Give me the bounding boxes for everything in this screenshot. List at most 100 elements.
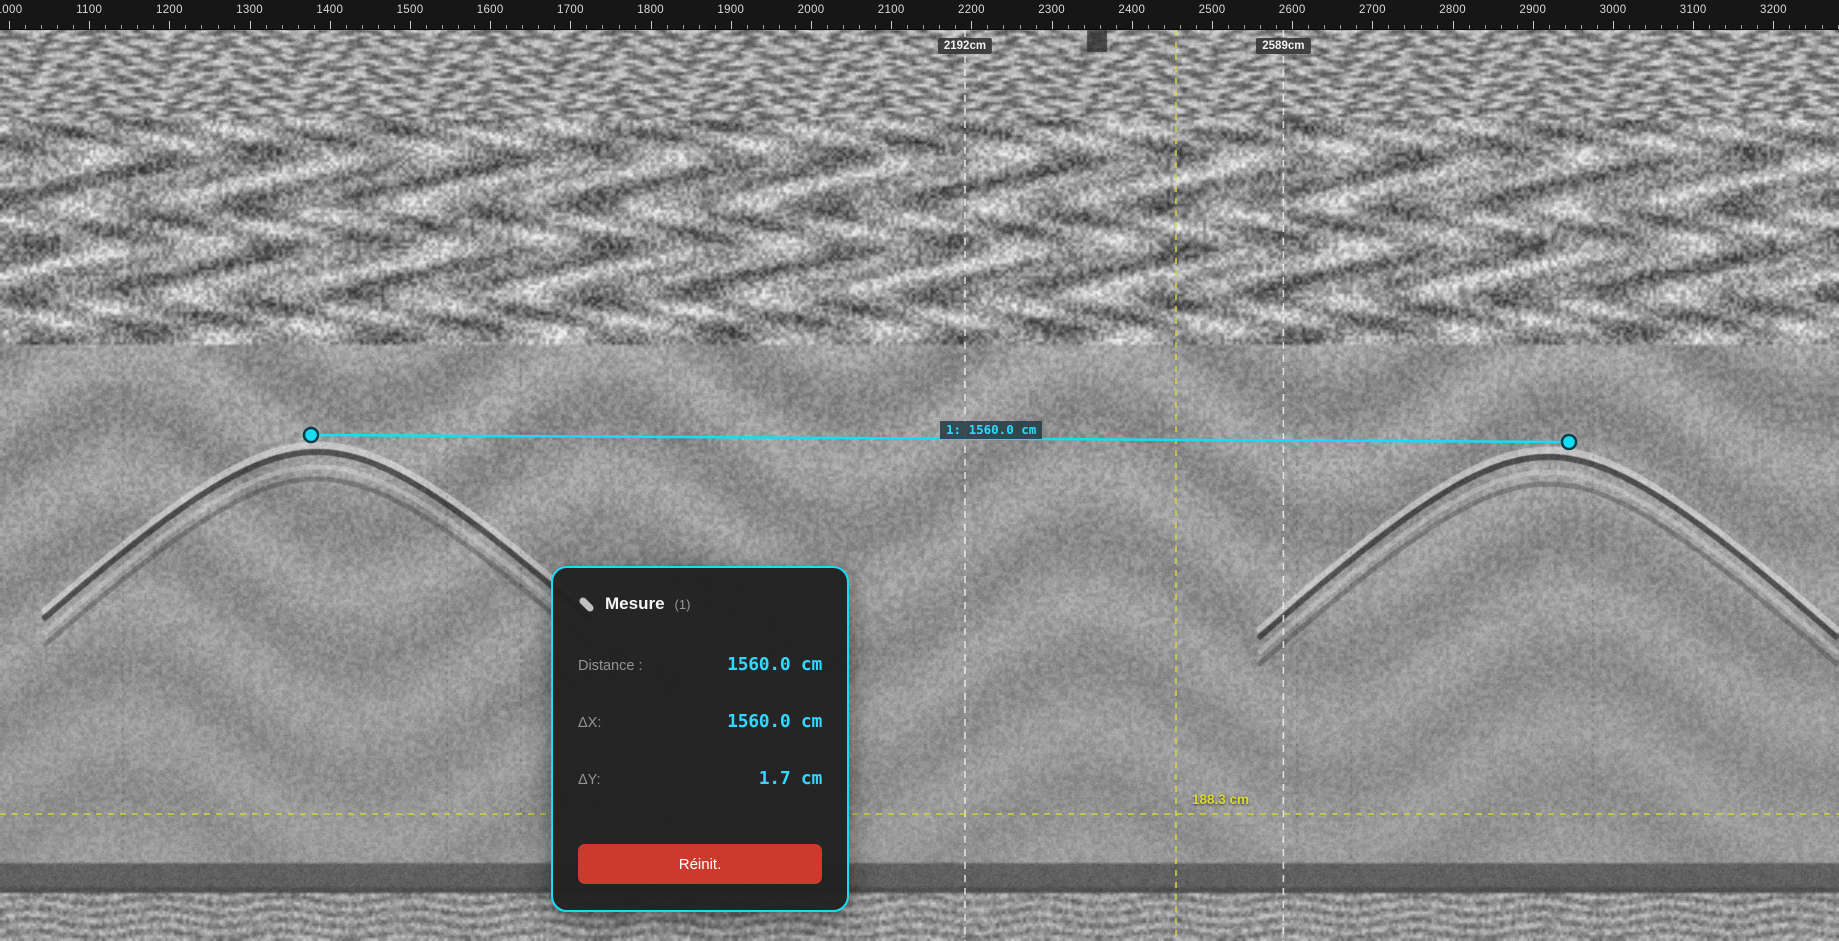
ruler-tick [266,25,267,29]
panel-count: (1) [675,597,691,612]
ruler-label: 1600 [477,4,504,16]
ruler-tick [1052,21,1053,29]
pencil-icon [578,596,595,613]
ruler-tick [1148,25,1149,29]
ruler-tick [506,25,507,29]
delta-x-label: ΔX: [578,715,601,731]
ruler-tick [1421,25,1422,29]
crosshair-distance-label: 188.3 cm [1192,792,1249,807]
delta-x-value: 1560.0 cm [727,711,822,732]
ruler-tick [1244,25,1245,29]
ruler-tick [522,25,523,29]
delta-y-label: ΔY: [578,772,601,788]
ruler-tick [137,25,138,29]
measurement-endpoint[interactable] [304,428,318,442]
ruler-label: 2400 [1118,4,1145,16]
marker-label[interactable]: 2589cm [1256,38,1310,54]
ruler-tick [185,25,186,29]
ruler-tick [891,21,892,29]
ruler-tick [1437,25,1438,29]
ruler-tick [153,25,154,29]
ruler-tick [1453,21,1454,29]
ruler-label: 3100 [1680,4,1707,16]
ruler-tick [1613,21,1614,29]
ruler-tick [314,25,315,29]
ruler[interactable]: 1000110012001300140015001600170018001900… [0,0,1839,30]
ruler-tick [1340,25,1341,29]
gpr-radargram-viewer: 1000110012001300140015001600170018001900… [0,0,1839,941]
ruler-tick [779,25,780,29]
ruler-tick [1324,25,1325,29]
ruler-label: 2800 [1439,4,1466,16]
ruler-tick [747,25,748,29]
ruler-tick [763,25,764,29]
ruler-tick [843,25,844,29]
ruler-tick [538,25,539,29]
ruler-tick [1388,25,1389,29]
ruler-tick [201,25,202,29]
overlay-lines [0,0,1839,941]
ruler-tick [1180,25,1181,29]
ruler-tick [89,21,90,29]
ruler-tick [795,25,796,29]
ruler-tick [1805,25,1806,29]
ruler-tick [827,25,828,29]
ruler-tick [683,25,684,29]
ruler-tick [1068,25,1069,29]
ruler-tick [1276,25,1277,29]
ruler-tick [121,25,122,29]
ruler-tick [1469,25,1470,29]
ruler-label: 1700 [557,4,584,16]
ruler-tick [875,25,876,29]
ruler-tick [731,21,732,29]
ruler-tick [105,25,106,29]
ruler-tick [554,25,555,29]
ruler-tick [635,25,636,29]
ruler-tick [1036,25,1037,29]
ruler-tick [250,21,251,29]
reset-button[interactable]: Réinit. [578,844,822,884]
distance-label: Distance : [578,658,642,674]
ruler-label: 2500 [1199,4,1226,16]
ruler-tick [1838,25,1839,29]
ruler-tick [218,25,219,29]
ruler-tick [458,25,459,29]
ruler-tick [1757,25,1758,29]
ruler-tick [1581,25,1582,29]
delta-x-row: ΔX: 1560.0 cm [578,711,822,732]
delta-y-row: ΔY: 1.7 cm [578,768,822,789]
measure-panel: Mesure (1) Distance : 1560.0 cm ΔX: 1560… [551,566,849,912]
ruler-tick [1693,21,1694,29]
panel-title: Mesure [605,594,665,614]
ruler-tick [1003,25,1004,29]
ruler-tick [1308,25,1309,29]
ruler-label: 2600 [1279,4,1306,16]
ruler-tick [907,25,908,29]
ruler-label: 2300 [1038,4,1065,16]
ruler-tick [1661,25,1662,29]
distance-value: 1560.0 cm [727,654,822,675]
ruler-tick [346,25,347,29]
ruler-label: 1200 [156,4,183,16]
ruler-label: 2200 [958,4,985,16]
ruler-label: 2700 [1359,4,1386,16]
measurement-endpoint[interactable] [1562,435,1576,449]
ruler-tick [1549,25,1550,29]
ruler-label: 1800 [637,4,664,16]
distance-row: Distance : 1560.0 cm [578,654,822,675]
ruler-tick [410,21,411,29]
ruler-label: 1400 [316,4,343,16]
ruler-tick [987,25,988,29]
ruler-tick [1629,25,1630,29]
marker-label[interactable]: 2192cm [938,38,992,54]
ruler-tick [1597,25,1598,29]
ruler-tick [169,21,170,29]
ruler-tick [1645,25,1646,29]
ruler-tick [73,25,74,29]
ruler-tick [1533,21,1534,29]
ruler-tick [939,25,940,29]
ruler-tick [57,25,58,29]
ruler-tick [811,21,812,29]
ruler-tick [1164,25,1165,29]
ruler-tick [490,21,491,29]
